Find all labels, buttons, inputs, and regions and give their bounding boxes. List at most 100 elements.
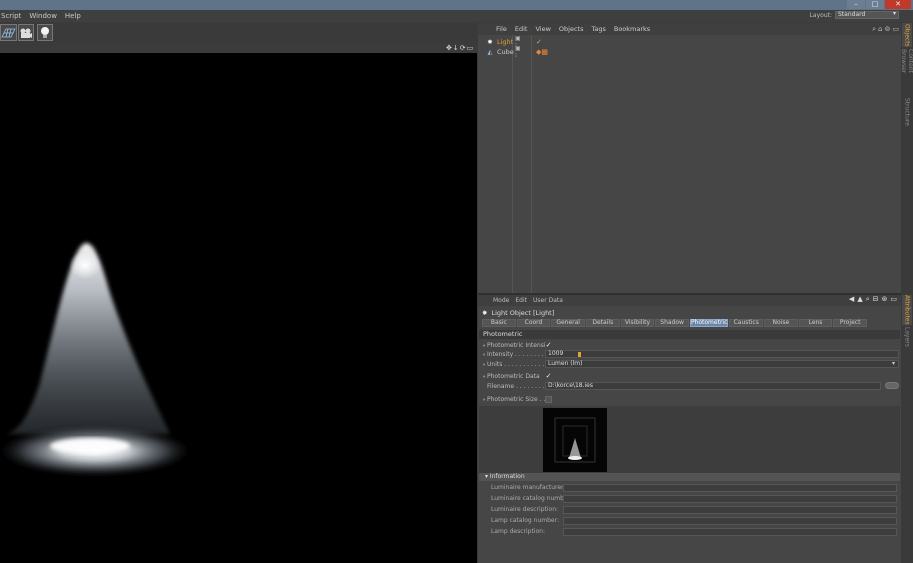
- intensity-value[interactable]: 1009: [548, 350, 563, 357]
- object-name-cube[interactable]: Cube: [497, 48, 514, 56]
- back-arrow-icon[interactable]: ◀: [849, 295, 854, 304]
- menu-help[interactable]: Help: [64, 12, 88, 20]
- om-menu-file[interactable]: File: [492, 25, 511, 33]
- am-menu-edit[interactable]: Edit: [512, 297, 530, 304]
- luminaire-catalog-number-label: Luminaire catalog number:: [491, 495, 573, 502]
- tab-basic[interactable]: Basic: [482, 319, 516, 327]
- tab-project[interactable]: Project: [833, 319, 867, 327]
- tab-caustics[interactable]: Caustics: [729, 319, 764, 327]
- close-button[interactable]: ✕: [885, 0, 911, 9]
- om-menu-view[interactable]: View: [531, 25, 554, 33]
- tab-general[interactable]: General: [551, 319, 585, 327]
- information-header[interactable]: ▾ Information: [479, 473, 900, 481]
- cube-object-icon: ◭: [487, 48, 493, 56]
- maximize-view-icon[interactable]: ▭: [467, 44, 474, 52]
- photometric-intensity-checkbox[interactable]: ✓: [545, 342, 552, 349]
- intensity-field[interactable]: 1009: [545, 350, 899, 358]
- side-tab-content-browser[interactable]: Content Browser: [900, 49, 913, 95]
- intensity-slider-handle[interactable]: [578, 352, 581, 357]
- layout-select[interactable]: Standard: [835, 11, 899, 19]
- luminaire-description-field[interactable]: [563, 506, 897, 514]
- luminaire-catalog-number-field[interactable]: [563, 495, 897, 503]
- object-title: ✸ Light Object [Light]: [482, 308, 554, 318]
- tab-coord[interactable]: Coord: [516, 319, 551, 327]
- filename-value[interactable]: D:\korce\18.ies: [548, 382, 593, 389]
- settings-icon[interactable]: ⊛: [882, 295, 888, 304]
- am-toolbar-icons: ◀ ▲ ⌕ ⊟ ⊛ ▭: [849, 295, 897, 304]
- om-toolbar-icons: ⌕ ⌂ ⊚ ▭: [872, 25, 899, 34]
- rendered-light-cone: [0, 243, 195, 477]
- luminaire-manufacturer-field[interactable]: [563, 484, 897, 492]
- lamp-catalog-number-field[interactable]: [563, 517, 897, 525]
- photometric-data-checkbox[interactable]: ✓: [545, 373, 552, 380]
- ies-preview-thumbnail: [543, 408, 607, 472]
- side-tab-structure[interactable]: Structure: [902, 97, 912, 127]
- om-menu-tags[interactable]: Tags: [587, 25, 609, 33]
- om-menu-bookmarks[interactable]: Bookmarks: [610, 25, 654, 33]
- side-tab-strip: Objects Content Browser Structure Attrib…: [900, 23, 913, 563]
- layout-chooser: Layout: Standard: [810, 11, 899, 19]
- lamp-description-label: Lamp description:: [491, 528, 545, 535]
- units-select[interactable]: Lumen (lm): [545, 360, 899, 368]
- object-list[interactable]: ✸ Light ▣ ⁝ ✓ ◭ Cube ▣ ⁝ ◆▩: [478, 35, 901, 293]
- move-view-icon[interactable]: ✥: [446, 44, 452, 52]
- side-tab-objects[interactable]: Objects: [902, 23, 912, 47]
- tab-visibility[interactable]: Visibility: [620, 319, 655, 327]
- object-title-text: Light Object [Light]: [491, 309, 555, 317]
- layout-label: Layout:: [809, 11, 832, 19]
- filter-icon[interactable]: ⊚: [885, 25, 891, 34]
- tab-noise[interactable]: Noise: [764, 319, 798, 327]
- am-menu-user-data[interactable]: User Data: [530, 297, 566, 304]
- side-tab-layers[interactable]: Layers: [902, 327, 912, 347]
- object-name-light[interactable]: Light: [497, 38, 513, 46]
- intensity-row: • Intensity . . . . . . . . .: [482, 350, 545, 359]
- photometric-size-label: Photometric Size . . . .: [487, 396, 545, 403]
- photometric-size-row: • Photometric Size . . . .: [482, 395, 552, 404]
- tab-shadow[interactable]: Shadow: [655, 319, 689, 327]
- menu-window[interactable]: Window: [28, 12, 64, 20]
- list-item[interactable]: ✸ Light ▣ ⁝ ✓: [486, 35, 542, 49]
- side-tab-attributes[interactable]: Attributes: [902, 295, 912, 325]
- information-body: Luminaire manufacturer: Luminaire catalo…: [479, 481, 900, 541]
- menu-script[interactable]: Script: [0, 12, 28, 20]
- 3d-viewport[interactable]: [0, 53, 477, 563]
- visibility-dots-icon[interactable]: ▣ ⁝: [515, 45, 521, 59]
- minimize-button[interactable]: –: [847, 0, 865, 9]
- enabled-check-icon[interactable]: ✓: [536, 38, 542, 46]
- light-bulb-icon[interactable]: [37, 24, 53, 41]
- perspective-grid-icon[interactable]: [0, 24, 17, 41]
- search-icon[interactable]: ⌕: [872, 25, 876, 34]
- lamp-catalog-number-label: Lamp catalog number:: [491, 517, 559, 524]
- light-object-icon: ✸: [487, 38, 493, 46]
- search-icon[interactable]: ⌕: [866, 295, 870, 304]
- lock-icon[interactable]: ⊟: [873, 295, 879, 304]
- maximize-button[interactable]: □: [866, 0, 884, 9]
- lamp-description-field[interactable]: [563, 528, 897, 536]
- dolly-view-icon[interactable]: ↓: [453, 44, 459, 52]
- up-arrow-icon[interactable]: ▲: [857, 295, 862, 304]
- attribute-manager-menu: Mode Edit User Data: [478, 295, 901, 306]
- list-item[interactable]: ◭ Cube ▣ ⁝ ◆▩: [486, 45, 549, 59]
- rotate-view-icon[interactable]: ⟳: [460, 44, 466, 52]
- viewport-toolbar: [0, 23, 477, 43]
- new-window-icon[interactable]: ▭: [892, 25, 899, 34]
- filename-field[interactable]: D:\korce\18.ies: [545, 382, 881, 390]
- new-window-icon[interactable]: ▭: [890, 295, 897, 304]
- units-value[interactable]: Lumen (lm): [548, 360, 582, 367]
- am-menu-mode[interactable]: Mode: [490, 297, 512, 304]
- title-bar: – □ ✕: [0, 0, 913, 10]
- tab-lens[interactable]: Lens: [798, 319, 833, 327]
- home-icon[interactable]: ⌂: [878, 25, 882, 34]
- tab-details[interactable]: Details: [585, 319, 620, 327]
- photometric-size-checkbox[interactable]: [545, 396, 552, 403]
- om-menu-objects[interactable]: Objects: [555, 25, 588, 33]
- tab-photometric[interactable]: Photometric: [689, 319, 729, 327]
- units-label: Units . . . . . . . . . . . .: [487, 361, 545, 368]
- photometric-intensity-row: • Photometric Intensity ✓: [482, 341, 552, 350]
- om-menu-edit[interactable]: Edit: [511, 25, 532, 33]
- object-manager-menu: File Edit View Objects Tags Bookmarks: [478, 23, 901, 35]
- luminaire-description-label: Luminaire description:: [491, 506, 559, 513]
- camera-icon[interactable]: [18, 24, 34, 41]
- material-tags-icon[interactable]: ◆▩: [536, 48, 548, 56]
- browse-file-button[interactable]: [885, 382, 899, 389]
